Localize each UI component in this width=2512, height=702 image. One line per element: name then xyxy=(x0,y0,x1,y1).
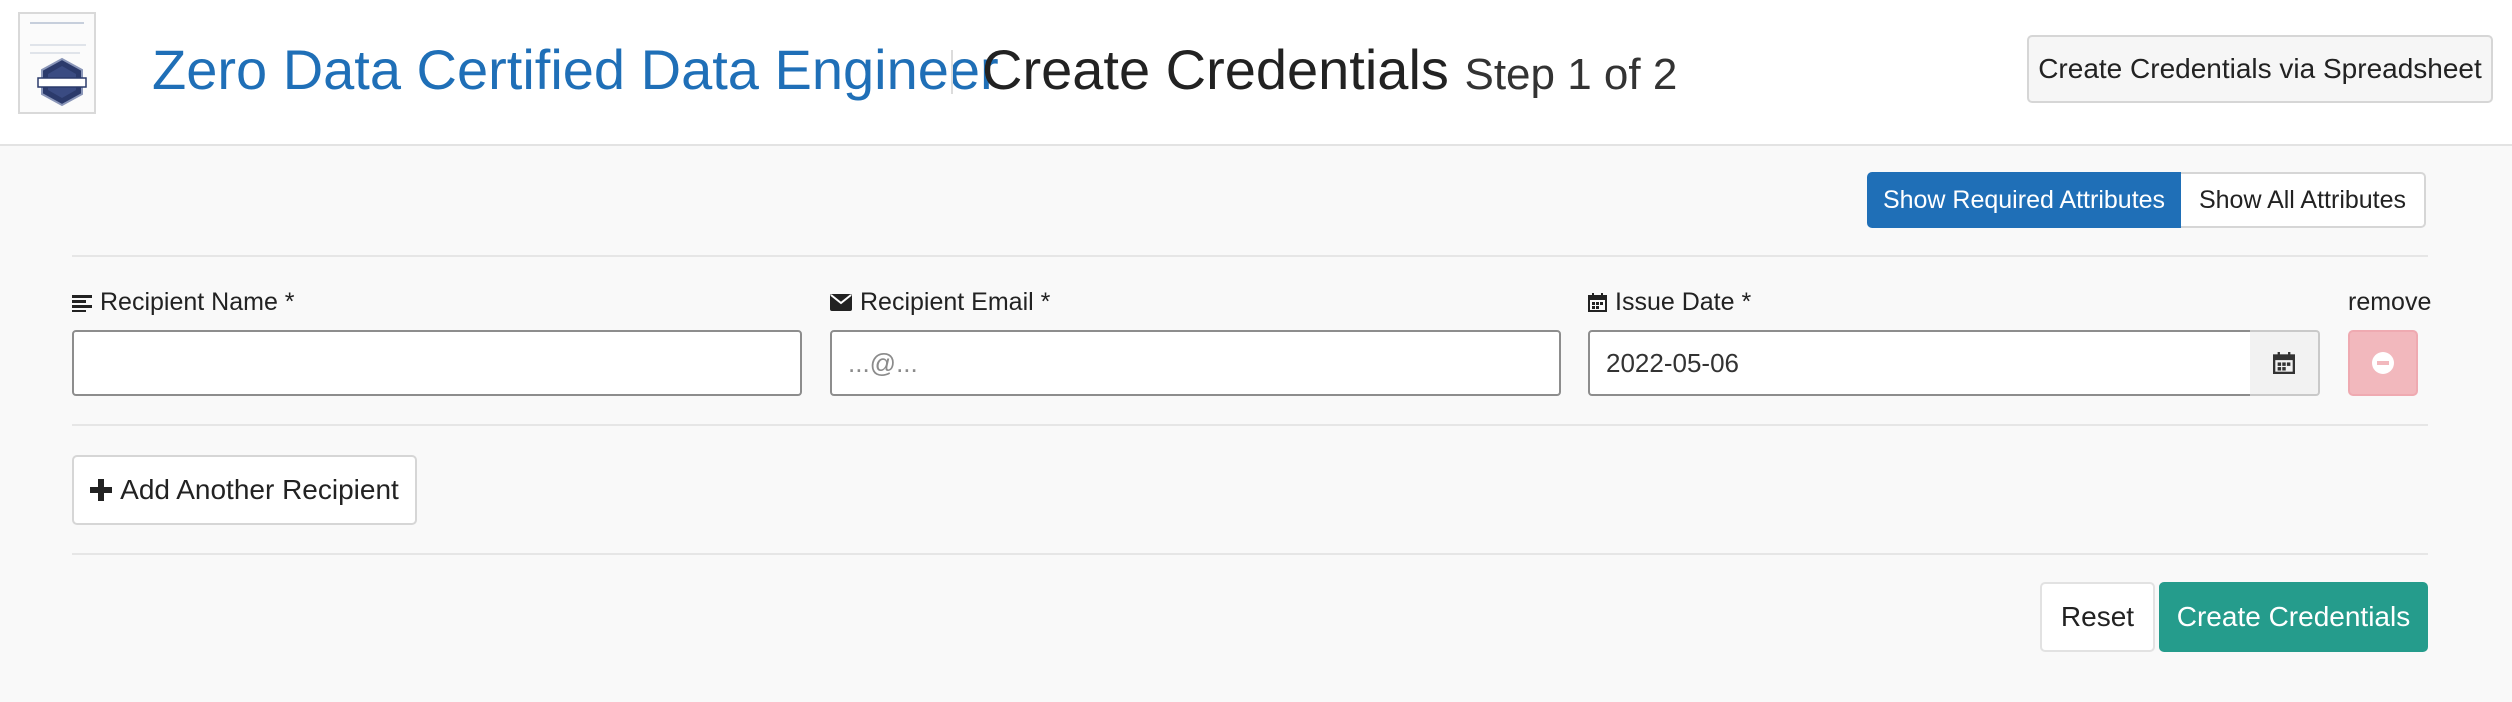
show-all-attributes-button[interactable]: Show All Attributes xyxy=(2181,172,2426,228)
remove-label: remove xyxy=(2348,288,2432,316)
align-left-icon xyxy=(72,294,92,312)
recipient-name-input[interactable] xyxy=(72,330,802,396)
title-divider xyxy=(951,50,953,94)
page-title-text: Create Credentials xyxy=(982,38,1449,101)
add-another-recipient-label: Add Another Recipient xyxy=(120,474,399,505)
add-another-recipient-button[interactable]: Add Another Recipient xyxy=(72,455,417,525)
badge-icon xyxy=(37,57,87,107)
calendar-icon xyxy=(1588,293,1607,312)
recipient-email-input[interactable] xyxy=(830,330,1561,396)
create-credentials-button[interactable]: Create Credentials xyxy=(2159,582,2428,652)
divider xyxy=(72,424,2428,426)
step-indicator: Step 1 of 2 xyxy=(1464,50,1678,99)
recipient-name-label: Recipient Name * xyxy=(72,288,295,317)
divider xyxy=(72,553,2428,555)
envelope-icon xyxy=(830,294,852,311)
remove-recipient-button[interactable] xyxy=(2348,330,2418,396)
date-picker-button[interactable] xyxy=(2250,330,2320,396)
recipient-email-label: Recipient Email * xyxy=(830,288,1050,317)
page-header: Zero Data Certified Data Engineer Create… xyxy=(0,0,2512,146)
calendar-icon xyxy=(2273,352,2295,374)
issue-date-label-text: Issue Date * xyxy=(1615,288,1752,316)
plus-icon xyxy=(90,479,113,501)
reset-button[interactable]: Reset xyxy=(2040,582,2155,652)
recipient-email-label-text: Recipient Email * xyxy=(860,288,1051,316)
recipient-name-label-text: Recipient Name * xyxy=(100,288,295,316)
divider xyxy=(72,255,2428,257)
course-title[interactable]: Zero Data Certified Data Engineer xyxy=(152,30,999,110)
create-via-spreadsheet-button[interactable]: Create Credentials via Spreadsheet xyxy=(2027,35,2493,103)
attribute-toggle: Show Required Attributes Show All Attrib… xyxy=(1867,172,2426,228)
show-required-attributes-button[interactable]: Show Required Attributes xyxy=(1867,172,2181,228)
certificate-thumbnail xyxy=(18,12,96,114)
minus-circle-icon xyxy=(2372,352,2394,374)
issue-date-label: Issue Date * xyxy=(1588,288,1751,317)
page-title: Create Credentials Step 1 of 2 xyxy=(982,30,1677,115)
issue-date-input[interactable] xyxy=(1588,330,2252,396)
